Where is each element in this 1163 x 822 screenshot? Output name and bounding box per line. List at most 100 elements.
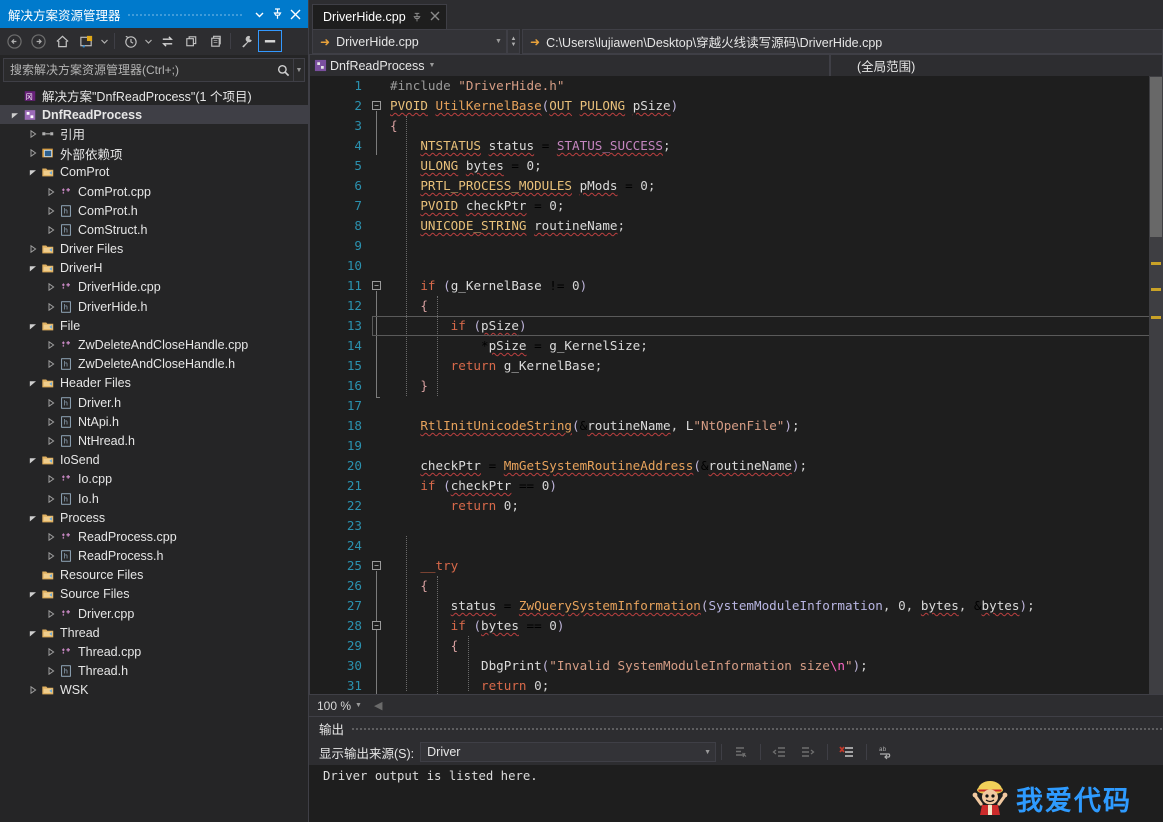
tree-item-process[interactable]: Process <box>0 508 308 527</box>
twisty-collapsed-icon[interactable] <box>44 547 57 566</box>
twisty-expanded-icon[interactable] <box>8 105 21 124</box>
code-line[interactable]: return 0; <box>390 676 1118 694</box>
fold-box-line28[interactable]: − <box>372 621 381 630</box>
solution-view-icon[interactable] <box>74 30 98 52</box>
fold-box-line11[interactable]: − <box>372 281 381 290</box>
search-icon[interactable] <box>273 64 293 77</box>
refresh-icon[interactable] <box>179 30 203 52</box>
tree-item-comprot.h[interactable]: h ComProt.h <box>0 201 308 220</box>
tree-item-resource-files[interactable]: Resource Files <box>0 566 308 585</box>
twisty-collapsed-icon[interactable] <box>44 220 57 239</box>
tree-item-readprocess.h[interactable]: h ReadProcess.h <box>0 547 308 566</box>
code-line[interactable] <box>390 516 1118 536</box>
solution-view-dropdown-icon[interactable] <box>98 30 111 52</box>
tree-item-comprot[interactable]: ComProt <box>0 163 308 182</box>
code-line[interactable]: if (g_KernelBase != 0) <box>390 276 1118 296</box>
code-line[interactable] <box>390 256 1118 276</box>
go-to-previous-message-icon[interactable] <box>766 741 794 763</box>
twisty-expanded-icon[interactable] <box>26 259 39 278</box>
tree-item-source-files[interactable]: Source Files <box>0 585 308 604</box>
twisty-expanded-icon[interactable] <box>26 508 39 527</box>
solution-explorer-search[interactable]: ▼ <box>3 58 305 82</box>
twisty-expanded-icon[interactable] <box>26 585 39 604</box>
tree-item-file[interactable]: File <box>0 316 308 335</box>
tree-item-io.h[interactable]: h Io.h <box>0 489 308 508</box>
zoom-level[interactable]: 100 % <box>309 699 355 713</box>
twisty-collapsed-icon[interactable] <box>44 604 57 623</box>
twisty-expanded-icon[interactable] <box>26 163 39 182</box>
output-source-combo[interactable]: Driver ▼ <box>420 742 717 762</box>
search-input[interactable] <box>4 63 273 77</box>
solution-tree[interactable]: 冈 解决方案"DnfReadProcess"(1 个项目) DnfReadProce… <box>0 84 308 822</box>
chevron-down-icon[interactable] <box>250 4 268 24</box>
code-line[interactable]: status = ZwQuerySystemInformation(System… <box>390 596 1118 616</box>
twisty-collapsed-icon[interactable] <box>44 278 57 297</box>
spinner-down-icon[interactable]: ▼ <box>511 42 517 48</box>
zoom-dropdown-icon[interactable]: ▼ <box>355 702 370 709</box>
tree-item--dnfreadprocess-1-[interactable]: 冈 解决方案"DnfReadProcess"(1 个项目) <box>0 86 308 105</box>
file-path-bar[interactable]: ➜ C:\Users\lujiawen\Desktop\穿越火线读写源码\Dri… <box>522 29 1163 54</box>
tree-item-ntapi.h[interactable]: h NtApi.h <box>0 412 308 431</box>
twisty-collapsed-icon[interactable] <box>26 681 39 700</box>
twisty-expanded-icon[interactable] <box>26 316 39 335</box>
editor-vertical-scrollbar[interactable] <box>1149 76 1163 694</box>
twisty-collapsed-icon[interactable] <box>44 335 57 354</box>
pin-tab-icon[interactable] <box>412 12 422 23</box>
code-line[interactable] <box>390 236 1118 256</box>
code-line[interactable]: return 0; <box>390 496 1118 516</box>
code-line[interactable]: { <box>390 116 1118 136</box>
code-line[interactable]: if (checkPtr == 0) <box>390 476 1118 496</box>
code-line[interactable]: return g_KernelBase; <box>390 356 1118 376</box>
code-line[interactable] <box>390 396 1118 416</box>
tree-item-comstruct.h[interactable]: h ComStruct.h <box>0 220 308 239</box>
tree-item-zwdeleteandclosehandle.cpp[interactable]: ZwDeleteAndCloseHandle.cpp <box>0 335 308 354</box>
file-selector-combo[interactable]: ➜ DriverHide.cpp ▼ <box>312 29 507 54</box>
code-line[interactable]: #include "DriverHide.h" <box>390 76 1118 96</box>
chevron-down-icon-scope[interactable]: ▼ <box>425 62 440 69</box>
code-line[interactable]: __try <box>390 556 1118 576</box>
project-scope-combo[interactable]: DnfReadProcess ▼ <box>309 54 830 76</box>
tree-item-iosend[interactable]: IoSend <box>0 451 308 470</box>
twisty-collapsed-icon[interactable] <box>26 144 39 163</box>
code-line[interactable]: ULONG bytes = 0; <box>390 156 1118 176</box>
code-line[interactable] <box>390 436 1118 456</box>
code-line[interactable]: RtlInitUnicodeString(&routineName, L"NtO… <box>390 416 1118 436</box>
twisty-expanded-icon[interactable] <box>26 374 39 393</box>
twisty-expanded-icon[interactable] <box>26 623 39 642</box>
clear-all-icon[interactable] <box>833 741 861 763</box>
code-text[interactable]: #include "DriverHide.h" PVOID UtilKernelB… <box>390 76 1118 694</box>
code-line[interactable]: NTSTATUS status = STATUS_SUCCESS; <box>390 136 1118 156</box>
code-line[interactable]: UNICODE_STRING routineName; <box>390 216 1118 236</box>
tree-item-driverhide.cpp[interactable]: DriverHide.cpp <box>0 278 308 297</box>
twisty-collapsed-icon[interactable] <box>44 393 57 412</box>
twisty-collapsed-icon[interactable] <box>44 470 57 489</box>
properties-wrench-icon[interactable] <box>234 30 258 52</box>
twisty-collapsed-icon[interactable] <box>44 489 57 508</box>
show-all-files-icon[interactable] <box>203 30 227 52</box>
home-icon[interactable] <box>50 30 74 52</box>
back-icon[interactable] <box>2 30 26 52</box>
code-line[interactable]: { <box>390 296 1118 316</box>
twisty-collapsed-icon[interactable] <box>44 182 57 201</box>
fold-box-line25[interactable]: − <box>372 561 381 570</box>
tree-item-io.cpp[interactable]: Io.cpp <box>0 470 308 489</box>
tab-driverhide-cpp[interactable]: DriverHide.cpp <box>312 4 447 29</box>
tree-item-comprot.cpp[interactable]: ComProt.cpp <box>0 182 308 201</box>
search-options-dropdown-icon[interactable]: ▼ <box>293 59 304 81</box>
twisty-collapsed-icon[interactable] <box>44 527 57 546</box>
code-line[interactable]: if (bytes == 0) <box>390 616 1118 636</box>
code-line[interactable]: PVOID UtilKernelBase(OUT PULONG pSize) <box>390 96 1118 116</box>
tree-item-driverh[interactable]: DriverH <box>0 259 308 278</box>
code-line[interactable]: DbgPrint("Invalid SystemModuleInformatio… <box>390 656 1118 676</box>
close-tab-icon[interactable] <box>428 10 442 24</box>
twisty-collapsed-icon[interactable] <box>26 124 39 143</box>
code-line[interactable]: } <box>390 376 1118 396</box>
find-message-in-code-icon[interactable] <box>727 741 755 763</box>
tree-item-nthread.h[interactable]: h NtHread.h <box>0 431 308 450</box>
scrollbar-thumb[interactable] <box>1150 77 1162 237</box>
tree-item-zwdeleteandclosehandle.h[interactable]: h ZwDeleteAndCloseHandle.h <box>0 355 308 374</box>
code-line[interactable]: PRTL_PROCESS_MODULES pMods = 0; <box>390 176 1118 196</box>
fold-box-line2[interactable]: − <box>372 101 381 110</box>
twisty-collapsed-icon[interactable] <box>44 642 57 661</box>
twisty-collapsed-icon[interactable] <box>44 431 57 450</box>
